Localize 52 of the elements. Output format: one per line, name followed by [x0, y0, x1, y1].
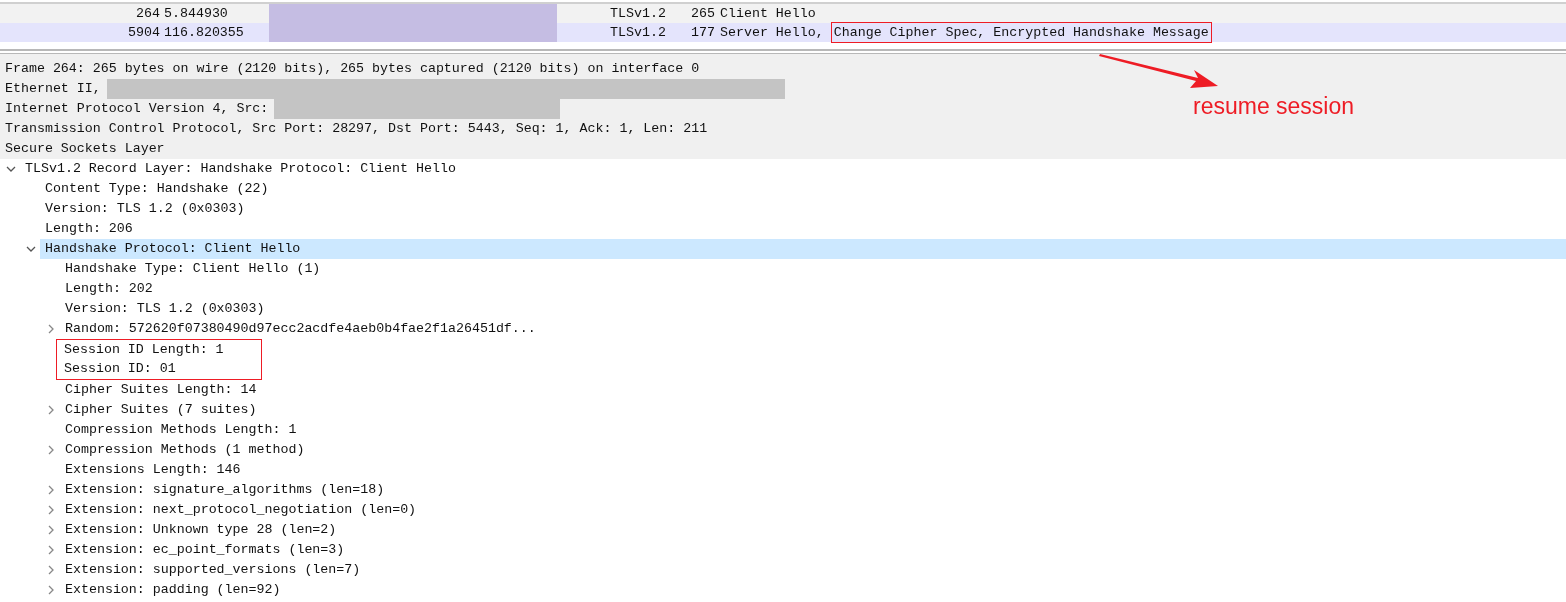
chevron-down-icon[interactable] — [6, 164, 16, 174]
annotation-text: resume session — [1193, 92, 1355, 121]
packet-row[interactable]: 264 5.844930 TLSv1.2 265 Client Hello — [0, 4, 1566, 23]
chevron-right-icon[interactable] — [46, 545, 56, 555]
packet-number: 264 — [135, 5, 160, 23]
chevron-right-icon[interactable] — [46, 324, 56, 334]
tree-item[interactable]: Compression Methods (1 method) — [65, 440, 305, 460]
packet-number: 5904 — [127, 24, 160, 42]
tree-item[interactable]: Random: 572620f07380490d97ecc2acdfe4aeb0b4fae2f1a26451df... — [65, 319, 536, 339]
tree-item[interactable]: Compression Methods Length: 1 — [65, 420, 297, 440]
packet-time: 5.844930 — [163, 5, 229, 23]
packet-info: Client Hello — [719, 5, 816, 23]
tree-item[interactable]: Length: 206 — [45, 219, 133, 239]
tree-item[interactable]: Session ID Length: 1 — [64, 339, 224, 360]
tree-item[interactable]: Content Type: Handshake (22) — [45, 179, 269, 199]
chevron-right-icon[interactable] — [46, 485, 56, 495]
tree-item[interactable]: Extension: Unknown type 28 (len=2) — [65, 520, 337, 540]
tree-item[interactable]: Session ID: 01 — [64, 359, 176, 380]
tree-item[interactable]: Cipher Suites (7 suites) — [65, 400, 257, 420]
tree-item[interactable]: Extension: padding (len=92) — [65, 580, 281, 600]
chevron-right-icon[interactable] — [46, 525, 56, 535]
chevron-right-icon[interactable] — [46, 565, 56, 575]
highlighted-info: Change Cipher Spec, Encrypted Handshake Message — [830, 22, 1212, 43]
packet-protocol: TLSv1.2 — [610, 24, 667, 42]
tree-item[interactable]: Extension: next_protocol_negotiation (len=0) — [65, 500, 417, 520]
detail-row[interactable]: Internet Protocol Version 4, Src: — [5, 99, 269, 119]
packet-row[interactable]: 5904 116.820355 TLSv1.2 177 Server Hello, Change Cipher Spec, Encrypted Handshake Message — [0, 23, 1566, 42]
tree-item[interactable]: TLSv1.2 Record Layer: Handshake Protocol: Client Hello — [25, 159, 456, 179]
tree-item[interactable]: Version: TLS 1.2 (0x0303) — [45, 199, 245, 219]
packet-info: Server Hello, — [719, 24, 824, 42]
tree-item[interactable]: Extension: ec_point_formats (len=3) — [65, 540, 345, 560]
tree-item[interactable]: Extensions Length: 146 — [65, 460, 241, 480]
chevron-right-icon[interactable] — [46, 505, 56, 515]
detail-row[interactable]: Frame 264: 265 bytes on wire (2120 bits), 265 bytes captured (2120 bits) on interface 0 — [5, 59, 700, 79]
tree-item[interactable]: Extension: supported_versions (len=7) — [65, 560, 361, 580]
packet-time: 116.820355 — [163, 24, 245, 42]
detail-row[interactable]: Secure Sockets Layer — [5, 139, 165, 159]
selected-tree-item[interactable]: Handshake Protocol: Client Hello — [40, 239, 1566, 259]
detail-row[interactable]: Transmission Control Protocol, Src Port: 28297, Dst Port: 5443, Seq: 1, Ack: 1, Len: 211 — [5, 119, 708, 139]
tree-item[interactable]: Extension: signature_algorithms (len=18) — [65, 480, 385, 500]
packet-protocol: TLSv1.2 — [610, 5, 667, 23]
tree-item[interactable]: Handshake Type: Client Hello (1) — [65, 259, 321, 279]
chevron-right-icon[interactable] — [46, 405, 56, 415]
packet-length: 265 — [690, 5, 715, 23]
chevron-right-icon[interactable] — [46, 445, 56, 455]
chevron-right-icon[interactable] — [46, 585, 56, 595]
tree-item[interactable]: Version: TLS 1.2 (0x0303) — [65, 299, 265, 319]
tree-item[interactable]: Length: 202 — [65, 279, 153, 299]
chevron-down-icon[interactable] — [26, 244, 36, 254]
detail-row[interactable]: Ethernet II, — [5, 79, 101, 99]
packet-length: 177 — [690, 24, 715, 42]
tree-item[interactable]: Cipher Suites Length: 14 — [65, 380, 257, 400]
